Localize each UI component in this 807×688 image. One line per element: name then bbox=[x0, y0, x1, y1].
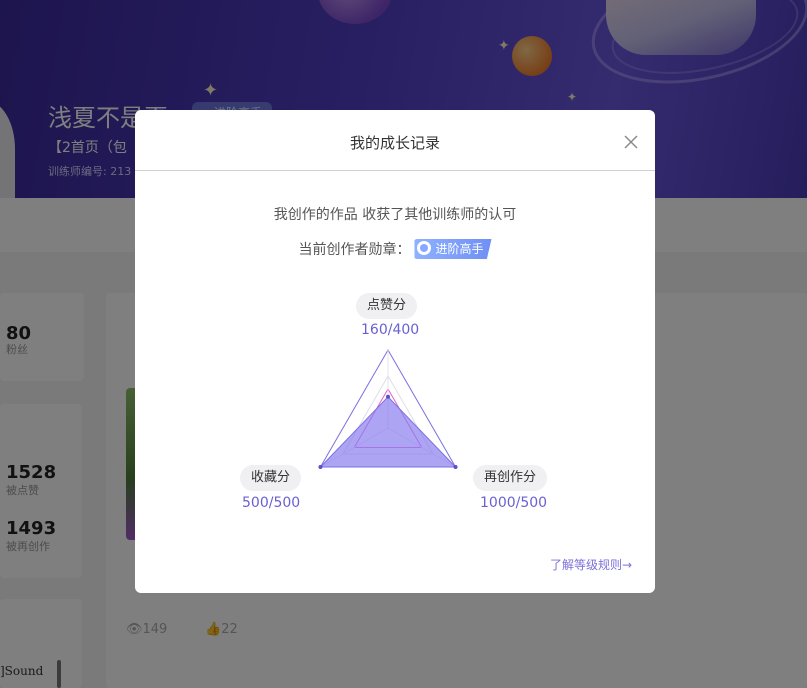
favorite-score: 500/500 bbox=[242, 495, 301, 511]
radar-point-0 bbox=[386, 394, 390, 399]
medal-badge: 进阶高手 bbox=[414, 239, 492, 259]
likes-score: 160/400 bbox=[361, 322, 420, 338]
modal-header: 我的成长记录 bbox=[135, 110, 655, 171]
modal-title: 我的成长记录 bbox=[349, 134, 440, 152]
medal-name: 进阶高手 bbox=[435, 242, 484, 256]
radar-point-1 bbox=[453, 465, 458, 469]
close-icon[interactable] bbox=[621, 132, 641, 152]
favorite-score-pill: 收藏分 bbox=[240, 465, 302, 491]
recreation-score: 1000/500 bbox=[480, 495, 548, 511]
medal-row: 当前创作者勋章： 进阶高手 bbox=[135, 239, 655, 259]
recreation-score-pill: 再创作分 bbox=[473, 465, 548, 491]
radar-point-2 bbox=[318, 465, 323, 469]
medal-label: 当前创作者勋章： bbox=[298, 242, 411, 258]
modal-subtitle: 我创作的作品 收获了其他训练师的认可 bbox=[273, 207, 517, 223]
level-rules-link[interactable]: 了解等级规则→ bbox=[550, 556, 632, 573]
growth-record-modal: 我的成长记录 我创作的作品 收获了其他训练师的认可 当前创作者勋章： 进阶高手 点… bbox=[135, 110, 655, 593]
likes-score-pill: 点赞分 bbox=[356, 293, 418, 319]
radar-chart bbox=[318, 349, 458, 469]
medal-icon bbox=[417, 241, 432, 255]
